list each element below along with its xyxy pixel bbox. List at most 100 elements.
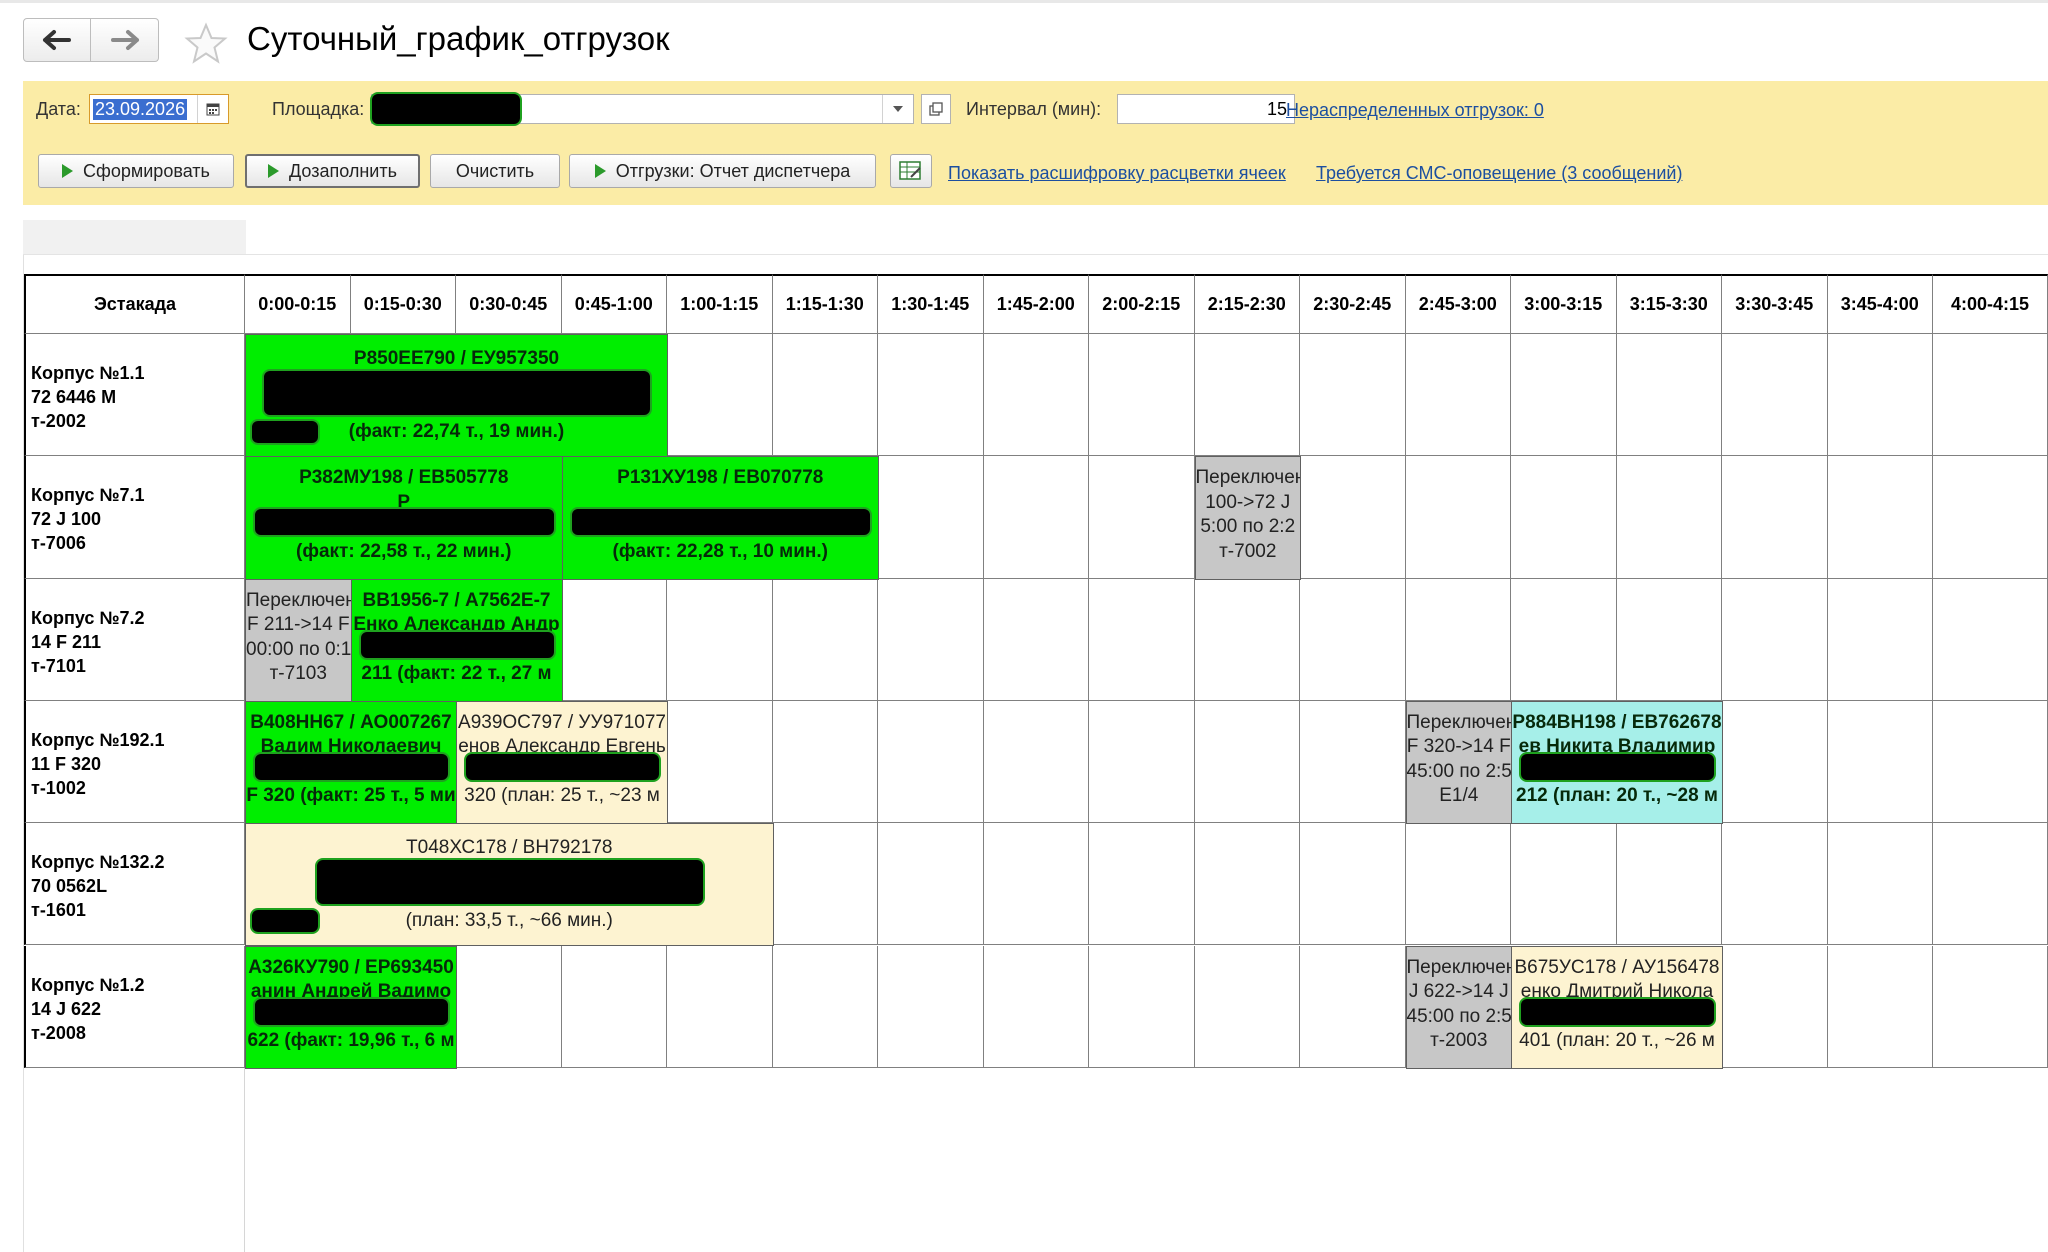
- schedule-cell[interactable]: [1300, 823, 1406, 946]
- favorite-star-button[interactable]: [184, 22, 228, 66]
- schedule-cell[interactable]: [1933, 578, 2048, 701]
- schedule-cell[interactable]: [1511, 823, 1617, 946]
- schedule-cell[interactable]: [1722, 456, 1828, 579]
- shipment-block[interactable]: Переключение F 320->14 F45:00 по 2:5 Е1/4: [1405, 700, 1512, 825]
- schedule-cell[interactable]: [667, 700, 773, 824]
- color-legend-link[interactable]: Показать расшифровку расцветки ячеек: [948, 163, 1286, 184]
- sms-notification-link[interactable]: Требуется СМС-оповещение (3 сообщений): [1316, 163, 1682, 184]
- schedule-cell[interactable]: [1300, 456, 1406, 579]
- schedule-cell[interactable]: [1722, 945, 1828, 1068]
- shipment-block[interactable]: Переключение J 622->14 J 45:00 по 2:5 т-200…: [1405, 945, 1512, 1069]
- forward-button[interactable]: [91, 18, 159, 62]
- schedule-cell[interactable]: [1827, 578, 1933, 701]
- schedule-cell[interactable]: [983, 456, 1089, 579]
- schedule-cell[interactable]: [878, 334, 984, 457]
- schedule-cell[interactable]: [878, 945, 984, 1068]
- schedule-cell[interactable]: [1194, 700, 1300, 824]
- shipment-block[interactable]: ВВ1956-7 / А7562Е-7 Енко Александр Андр 21…: [350, 578, 563, 702]
- shipment-block[interactable]: Р382МУ198 / ЕВ505778Рого(факт: 22,58 т.,…: [245, 456, 563, 580]
- schedule-cell[interactable]: [1089, 823, 1195, 946]
- schedule-cell[interactable]: [772, 578, 878, 701]
- schedule-cell[interactable]: [1405, 334, 1511, 457]
- back-button[interactable]: [23, 18, 91, 62]
- schedule-cell[interactable]: [1933, 334, 2048, 457]
- schedule-cell[interactable]: [1827, 334, 1933, 457]
- schedule-cell[interactable]: [1933, 945, 2048, 1068]
- schedule-cell[interactable]: [1933, 456, 2048, 579]
- shipment-block[interactable]: В408НН67 / АО007267 Вадим Николаевич F 320…: [245, 700, 457, 825]
- schedule-cell[interactable]: [1300, 578, 1406, 701]
- date-field[interactable]: 23.09.2026: [89, 94, 229, 124]
- schedule-cell[interactable]: [1616, 823, 1722, 946]
- schedule-cell[interactable]: [667, 334, 773, 457]
- schedule-cell[interactable]: [1089, 578, 1195, 701]
- schedule-cell[interactable]: [1827, 456, 1933, 579]
- schedule-cell[interactable]: [1616, 334, 1722, 457]
- schedule-cell[interactable]: [772, 823, 878, 946]
- schedule-cell[interactable]: [878, 823, 984, 946]
- schedule-cell[interactable]: [878, 456, 984, 579]
- schedule-cell[interactable]: [1933, 823, 2048, 946]
- form-button[interactable]: Сформировать: [38, 154, 234, 188]
- shipment-block[interactable]: Р131ХУ198 / ЕВ070778город филиал ООО (гр…: [561, 456, 879, 580]
- schedule-cell[interactable]: [1194, 945, 1300, 1068]
- schedule-cell[interactable]: [1933, 700, 2048, 824]
- schedule-cell[interactable]: [772, 334, 878, 457]
- schedule-cell[interactable]: [983, 700, 1089, 824]
- shipment-block[interactable]: А939ОС797 / УУ971077 енов Александр Евген…: [456, 700, 668, 825]
- schedule-cell[interactable]: [1511, 334, 1617, 457]
- schedule-cell[interactable]: [561, 578, 667, 701]
- shipment-block[interactable]: Р884ВН198 / ЕВ762678 ев Никита Владимир 21…: [1511, 700, 1723, 825]
- shipment-block[interactable]: Переключение F 211->14 F00:00 по 0:1 т-710…: [245, 578, 352, 702]
- schedule-cell[interactable]: [667, 578, 773, 701]
- shipment-block[interactable]: Р850ЕЕ790 / ЕУ957350 (факт: 22,74 т., 19 …: [245, 334, 668, 458]
- schedule-cell[interactable]: [1194, 823, 1300, 946]
- schedule-cell[interactable]: [983, 578, 1089, 701]
- schedule-cell[interactable]: [561, 945, 667, 1068]
- schedule-cell[interactable]: [1194, 334, 1300, 457]
- schedule-cell[interactable]: [878, 578, 984, 701]
- site-field[interactable]: [370, 92, 914, 126]
- schedule-cell[interactable]: [1300, 334, 1406, 457]
- schedule-cell[interactable]: [1722, 334, 1828, 457]
- schedule-cell[interactable]: [1089, 456, 1195, 579]
- open-site-button[interactable]: [921, 94, 951, 124]
- schedule-cell[interactable]: [456, 945, 562, 1068]
- schedule-cell[interactable]: [1089, 334, 1195, 457]
- schedule-cell[interactable]: [772, 700, 878, 824]
- table-settings-button[interactable]: [890, 154, 932, 188]
- schedule-cell[interactable]: [1300, 700, 1406, 824]
- shipment-block[interactable]: Переключение100->72 J 5:00 по 2:2т-7002: [1194, 456, 1301, 580]
- schedule-cell[interactable]: [1194, 578, 1300, 701]
- schedule-cell[interactable]: [1511, 456, 1617, 579]
- calendar-button[interactable]: [197, 95, 228, 123]
- dispatcher-report-button[interactable]: Отгрузки: Отчет диспетчера: [569, 154, 876, 188]
- schedule-cell[interactable]: [983, 945, 1089, 1068]
- schedule-cell[interactable]: [1827, 700, 1933, 824]
- site-dropdown-button[interactable]: [882, 95, 913, 123]
- shipment-block[interactable]: А326КУ790 / ЕР693450 анин Андрей Вадимо 62…: [245, 945, 457, 1069]
- schedule-cell[interactable]: [1405, 456, 1511, 579]
- schedule-cell[interactable]: [1405, 578, 1511, 701]
- schedule-cell[interactable]: [1089, 700, 1195, 824]
- schedule-cell[interactable]: [1405, 823, 1511, 946]
- clear-button[interactable]: Очистить: [430, 154, 560, 188]
- schedule-cell[interactable]: [1300, 945, 1406, 1068]
- schedule-cell[interactable]: [1827, 823, 1933, 946]
- schedule-cell[interactable]: [983, 823, 1089, 946]
- shipment-block[interactable]: В675УС178 / АУ156478 енко Дмитрий Никола 4…: [1511, 945, 1723, 1069]
- schedule-cell[interactable]: [772, 945, 878, 1068]
- schedule-cell[interactable]: [983, 334, 1089, 457]
- schedule-cell[interactable]: [1722, 823, 1828, 946]
- schedule-cell[interactable]: [878, 700, 984, 824]
- schedule-cell[interactable]: [1722, 700, 1828, 824]
- schedule-cell[interactable]: [1089, 945, 1195, 1068]
- schedule-cell[interactable]: [1616, 456, 1722, 579]
- schedule-cell[interactable]: [1616, 578, 1722, 701]
- schedule-cell[interactable]: [1827, 945, 1933, 1068]
- schedule-cell[interactable]: [1511, 578, 1617, 701]
- fill-button[interactable]: Дозаполнить: [245, 154, 420, 188]
- interval-field[interactable]: 15: [1117, 94, 1295, 124]
- schedule-cell[interactable]: [1722, 578, 1828, 701]
- unassigned-shipments-link[interactable]: Нераспределенных отгрузок: 0: [1286, 100, 1544, 121]
